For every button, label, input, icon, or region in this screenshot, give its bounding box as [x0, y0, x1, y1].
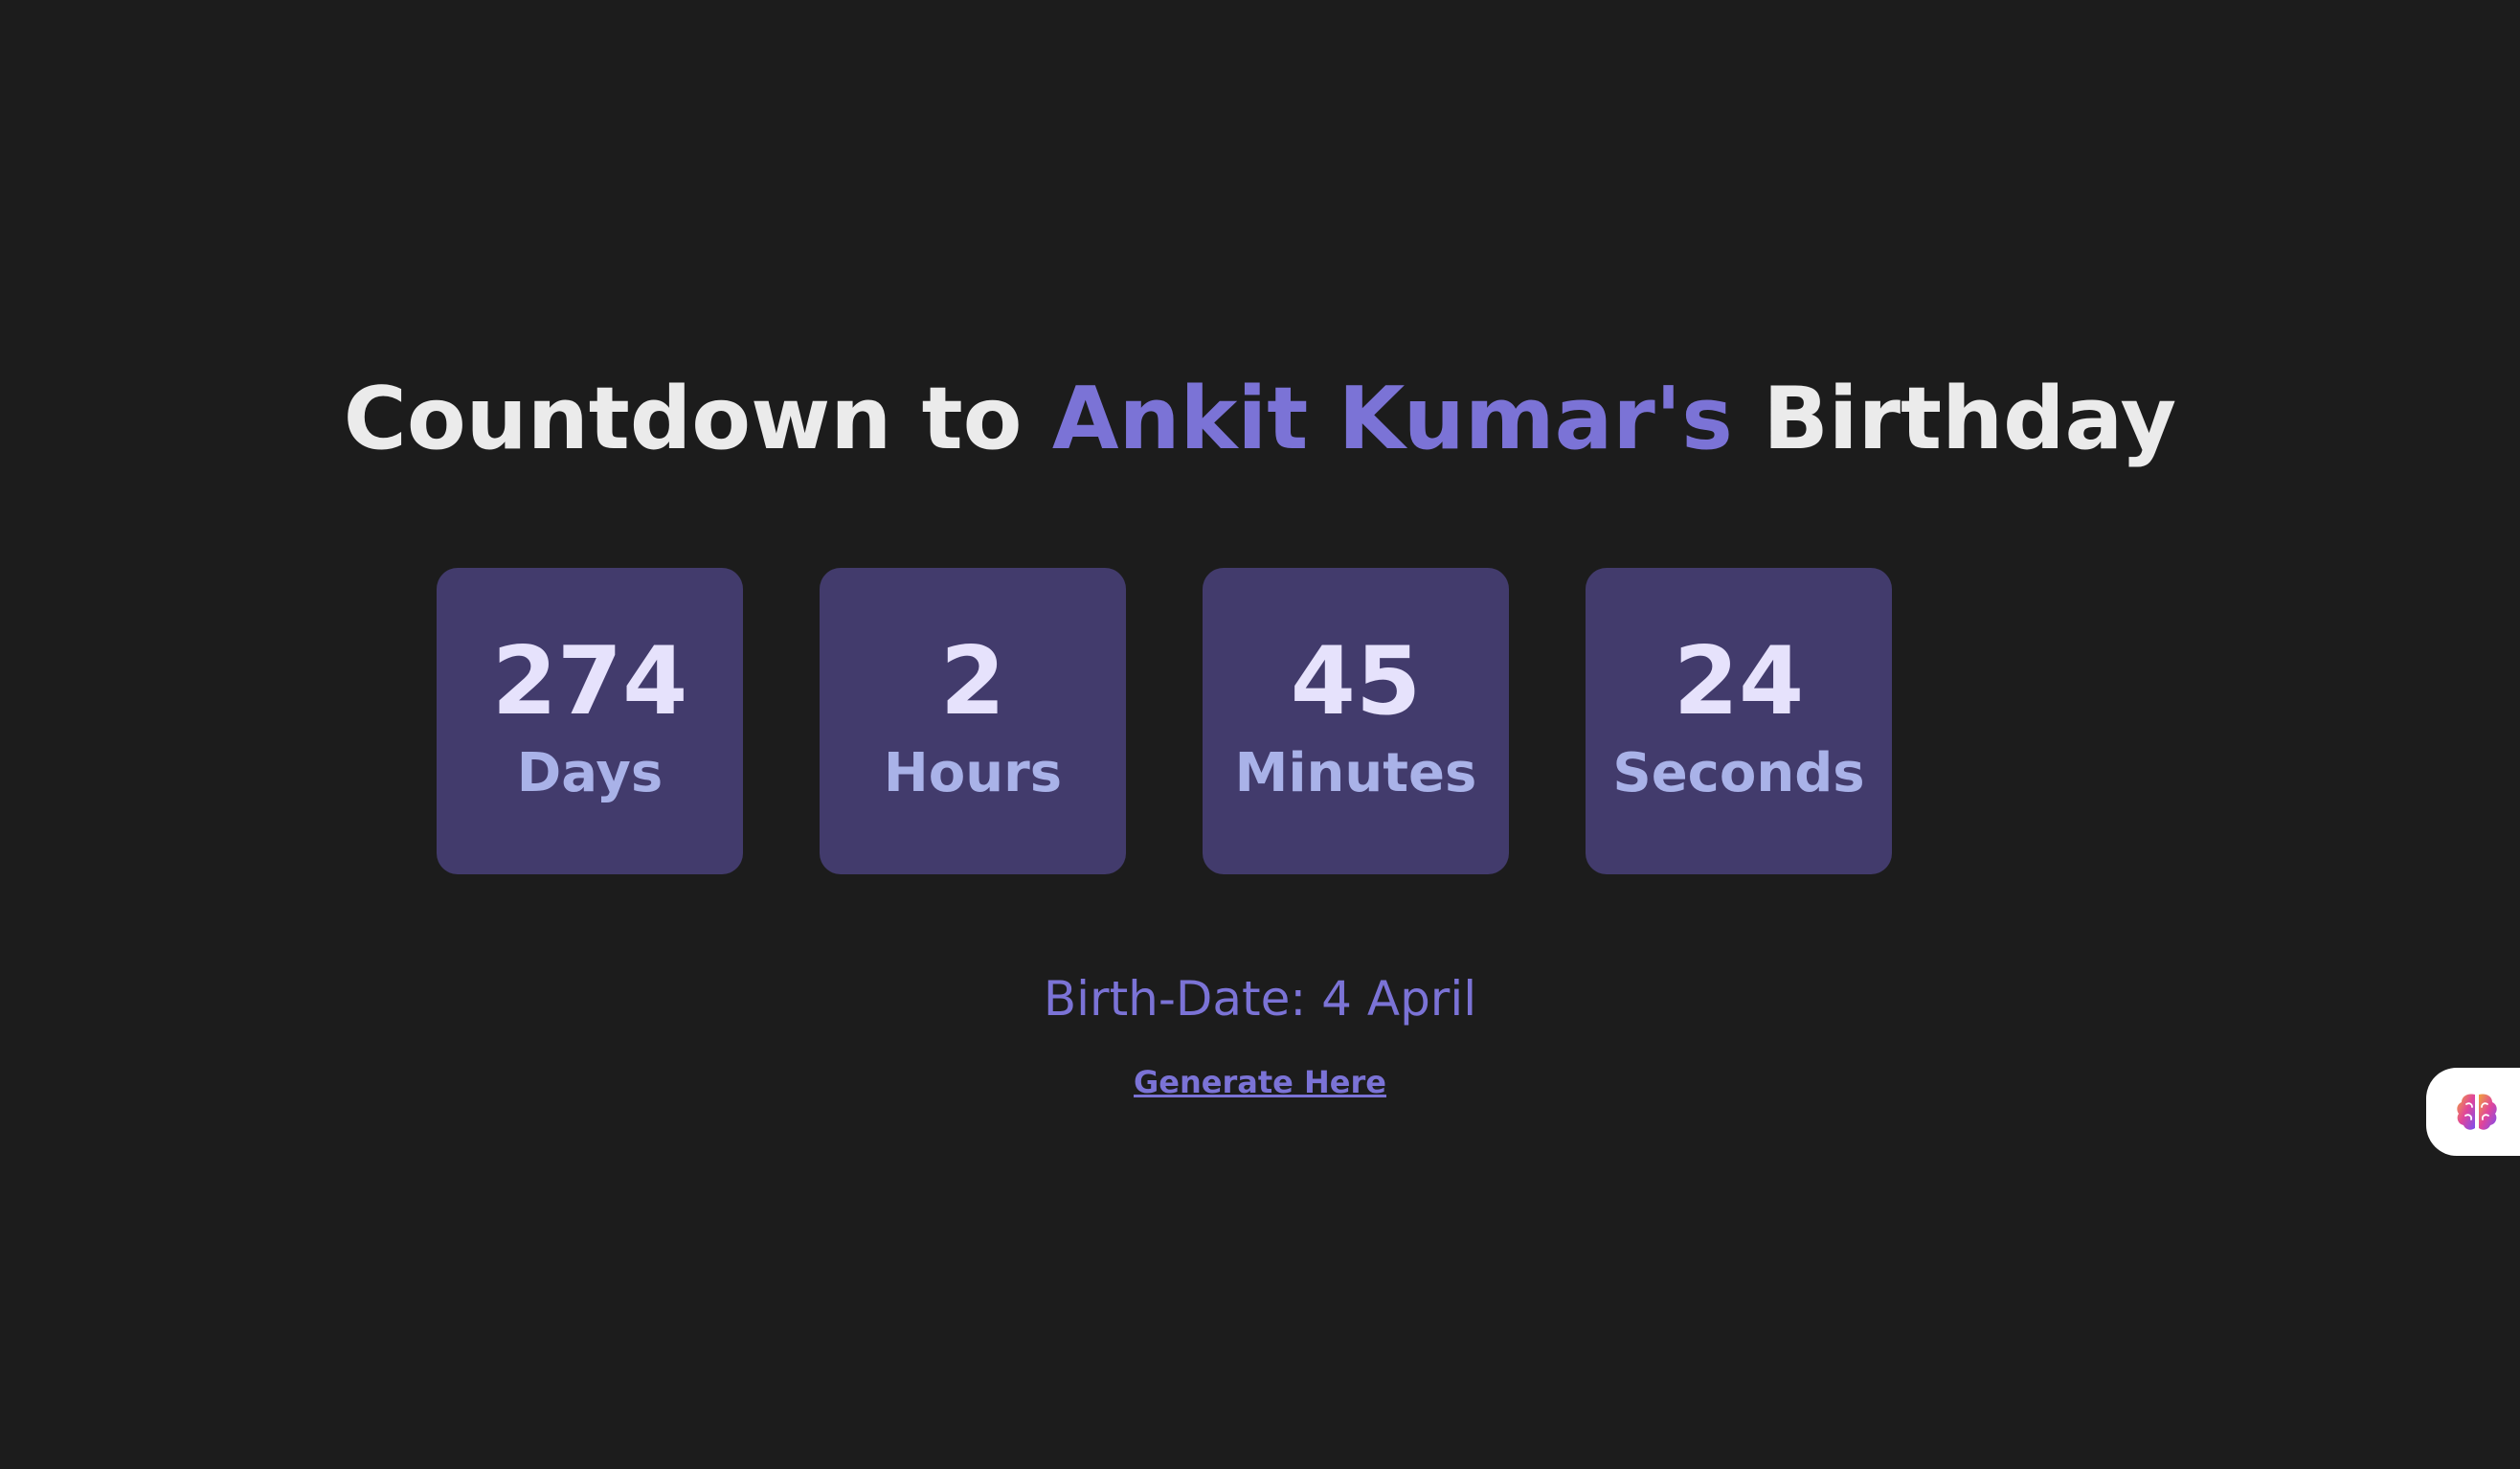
countdown-minutes-box: 45 Minutes [1203, 568, 1509, 874]
days-value: 274 [491, 627, 688, 736]
countdown-seconds-box: 24 Seconds [1586, 568, 1892, 874]
seconds-value: 24 [1673, 627, 1805, 736]
page: Countdown to Ankit Kumar's Birthday 274 … [0, 0, 2520, 1469]
minutes-value: 45 [1290, 627, 1422, 736]
hours-label: Hours [883, 742, 1063, 804]
birth-date-text: Birth-Date: 4 April [1043, 971, 1477, 1027]
minutes-label: Minutes [1234, 742, 1477, 804]
title-name: Ankit Kumar's [1051, 369, 1733, 469]
floating-assistant-button[interactable] [2426, 1068, 2520, 1156]
countdown-days-box: 274 Days [437, 568, 743, 874]
seconds-label: Seconds [1612, 742, 1865, 804]
title-prefix: Countdown to [343, 369, 1052, 469]
countdown-hours-box: 2 Hours [820, 568, 1126, 874]
page-title: Countdown to Ankit Kumar's Birthday [0, 362, 2520, 477]
countdown-boxes: 274 Days 2 Hours 45 Minutes 24 Seconds [437, 568, 1892, 874]
generate-here-link[interactable]: Generate Here [1134, 1064, 1386, 1100]
brain-icon [2457, 1094, 2497, 1130]
generate-link-wrapper: Generate Here [0, 1061, 2520, 1103]
hours-value: 2 [939, 627, 1006, 736]
days-label: Days [516, 742, 664, 804]
title-suffix: Birthday [1732, 369, 2177, 469]
